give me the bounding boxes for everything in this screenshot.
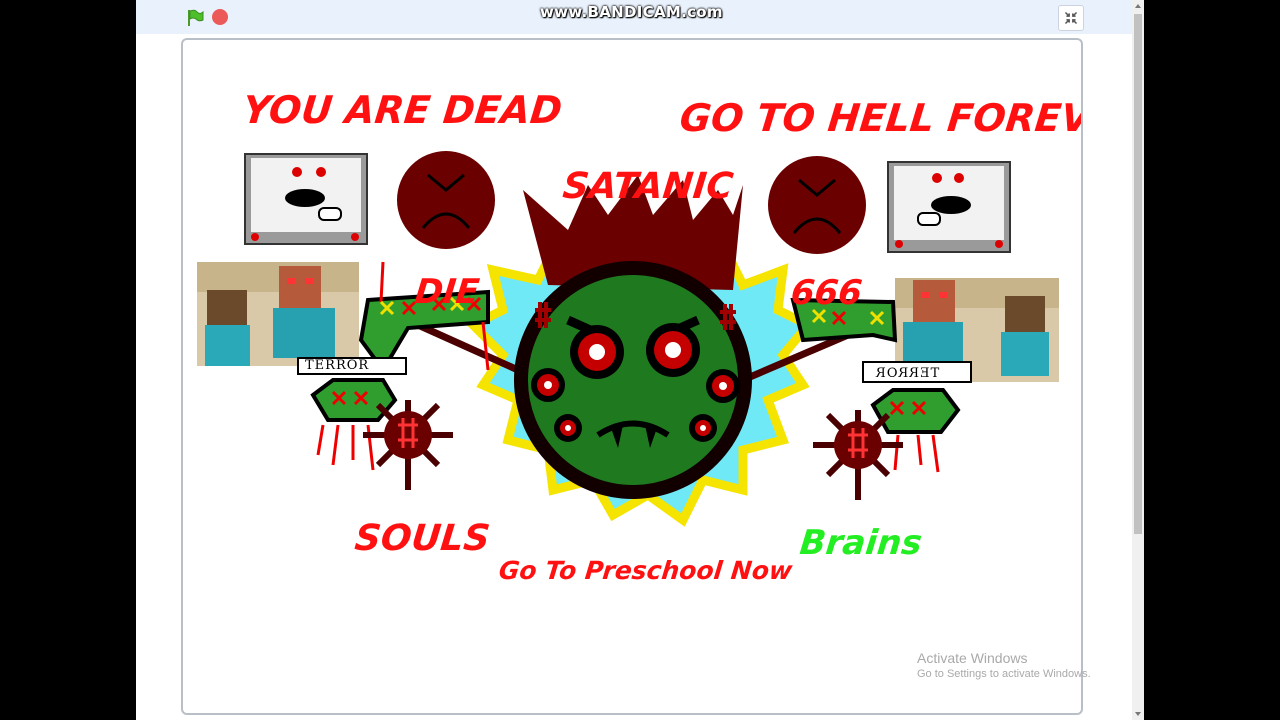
- stop-icon[interactable]: [212, 9, 228, 25]
- activate-windows-overlay: Activate Windows Go to Settings to activ…: [917, 650, 1091, 680]
- you-are-dead-text: YOU ARE DEAD: [240, 88, 565, 132]
- satanic-text: SATANIC: [560, 166, 736, 207]
- die-text: DIE: [412, 272, 482, 312]
- terror-right-label: TERROR: [875, 366, 940, 381]
- souls-text: SOULS: [352, 518, 492, 559]
- scrollbar-thumb[interactable]: [1134, 14, 1142, 534]
- left-tv-face: [244, 153, 368, 245]
- project-stage[interactable]: YOU ARE DEAD GO TO HELL FOREVER SATANIC …: [181, 38, 1083, 715]
- player-toolbar: www.BANDICAM.com: [136, 0, 1144, 34]
- scroll-down-icon[interactable]: [1134, 710, 1142, 718]
- fullscreen-icon: [1064, 11, 1078, 25]
- six-six-six-text: 666: [788, 273, 865, 313]
- go-to-hell-text: GO TO HELL FOREVER: [677, 96, 1083, 140]
- green-flag-icon[interactable]: [186, 9, 204, 27]
- activate-windows-title: Activate Windows: [917, 650, 1028, 666]
- scroll-up-icon[interactable]: [1134, 2, 1142, 10]
- terror-left-label: TERROR: [305, 358, 370, 373]
- fullscreen-button[interactable]: [1058, 5, 1084, 31]
- brains-text: Brains: [797, 523, 924, 563]
- stage-artwork: [197, 151, 1059, 527]
- browser-page: www.BANDICAM.com YOU ARE DEAD GO TO HELL…: [136, 0, 1144, 720]
- activate-windows-subtitle: Go to Settings to activate Windows.: [917, 668, 1091, 680]
- left-minecraft-image: [197, 262, 359, 366]
- vertical-scrollbar[interactable]: [1132, 0, 1144, 720]
- bandicam-watermark: www.BANDICAM.com: [540, 3, 723, 21]
- preschool-text: Go To Preschool Now: [497, 556, 794, 585]
- right-tv-face: [887, 161, 1011, 253]
